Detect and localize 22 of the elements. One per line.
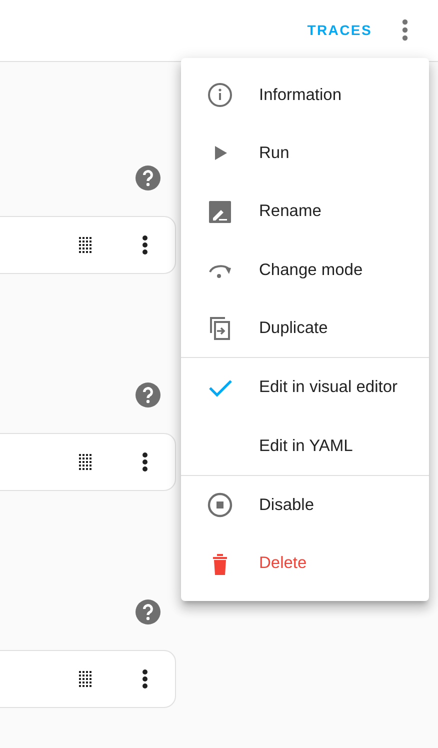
drag-handle-icon[interactable] bbox=[79, 454, 92, 470]
help-icon[interactable] bbox=[135, 599, 161, 625]
stop-circle-icon bbox=[207, 492, 233, 518]
menu-item[interactable]: Change mode bbox=[259, 258, 363, 282]
info-icon bbox=[207, 82, 233, 108]
menu-item[interactable]: Edit in visual editor bbox=[259, 375, 398, 400]
more-options-icon[interactable] bbox=[142, 669, 148, 689]
menu-item[interactable]: Run bbox=[259, 141, 290, 166]
duplicate-icon bbox=[207, 315, 233, 342]
drag-handle-icon[interactable] bbox=[79, 671, 92, 687]
help-icon[interactable] bbox=[135, 382, 161, 408]
menu-item[interactable]: Information bbox=[259, 82, 342, 108]
more-options-icon[interactable] bbox=[142, 452, 148, 472]
pencil-icon bbox=[207, 198, 233, 225]
drag-handle-icon[interactable] bbox=[79, 237, 92, 253]
menu-item[interactable]: Edit in YAML bbox=[259, 434, 353, 458]
help-icon[interactable] bbox=[135, 165, 161, 191]
more-options-icon[interactable] bbox=[142, 235, 148, 255]
menu-item[interactable]: Delete bbox=[259, 551, 307, 576]
menu-item[interactable]: Disable bbox=[259, 492, 314, 518]
menu-item[interactable]: Rename bbox=[259, 199, 322, 224]
menu-item[interactable]: Duplicate bbox=[259, 316, 328, 341]
